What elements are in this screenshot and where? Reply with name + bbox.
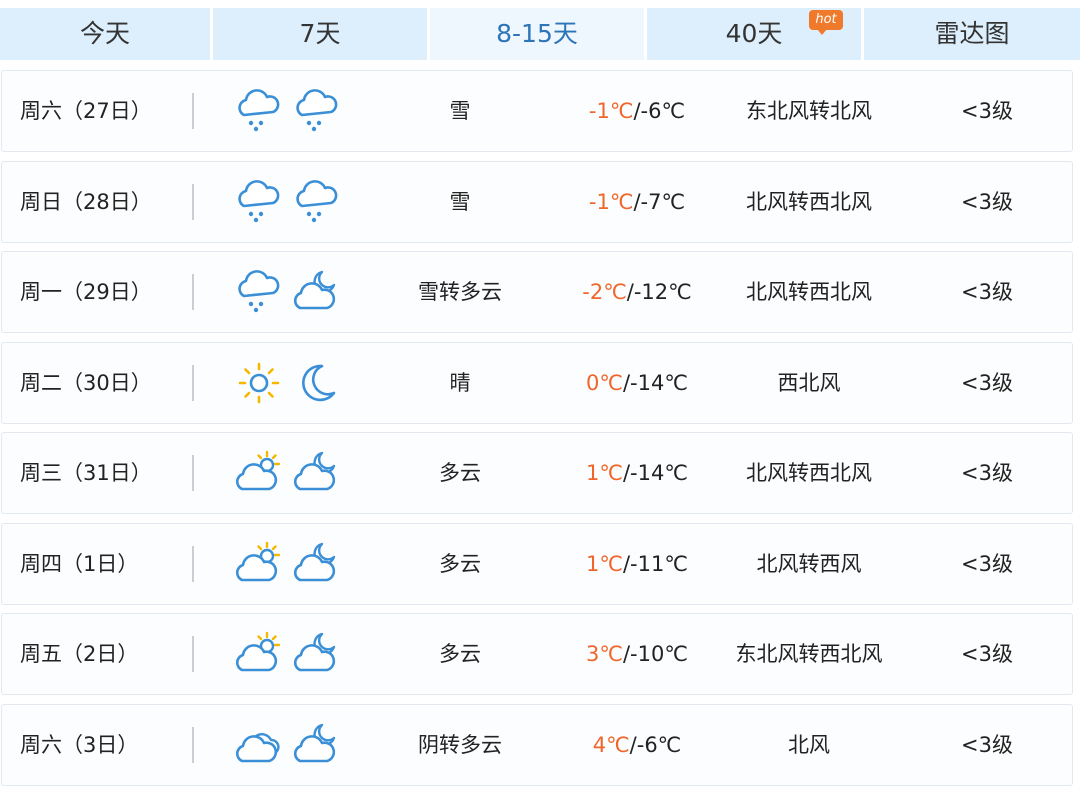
- tab-radar[interactable]: 雷达图: [864, 8, 1080, 60]
- temperature-range: 0℃/-14℃: [562, 343, 712, 423]
- low-temperature: /-14℃: [622, 461, 688, 485]
- forecast-date: 周五（2日）: [20, 642, 139, 666]
- wind-level: <3级: [961, 552, 1013, 576]
- partly-cloudy-day-icon: [234, 449, 284, 497]
- forecast-row: 周五（2日） 多云 3℃/-10℃ 东北风转西北风 <3级: [1, 613, 1073, 695]
- low-temperature: /-6℃: [629, 733, 682, 757]
- divider: [192, 274, 194, 310]
- forecast-date: 周二（30日）: [20, 371, 152, 395]
- wind-direction: 北风转西风: [756, 552, 862, 576]
- snow-icon: [234, 178, 284, 226]
- snow-icon: [234, 87, 284, 135]
- snow-icon: [292, 87, 342, 135]
- divider: [192, 365, 194, 401]
- weather-condition: 多云: [439, 552, 481, 576]
- wind-direction: 北风转西北风: [746, 190, 872, 214]
- tab-40-days[interactable]: 40天 hot: [647, 8, 861, 60]
- tab-7-days[interactable]: 7天: [213, 8, 427, 60]
- high-temperature: 1℃: [586, 461, 623, 485]
- temperature-range: -1℃/-6℃: [562, 71, 712, 151]
- cloudy-night-icon: [292, 268, 342, 316]
- wind-level: <3级: [961, 280, 1013, 304]
- weather-condition: 雪: [449, 99, 471, 123]
- temperature-range: 1℃/-14℃: [562, 433, 712, 513]
- tab-8-15-days[interactable]: 8-15天: [430, 8, 644, 60]
- divider: [192, 184, 194, 220]
- forecast-date: 周六（27日）: [20, 99, 152, 123]
- low-temperature: /-7℃: [633, 190, 686, 214]
- sun-icon: [234, 359, 284, 407]
- wind-level: <3级: [961, 99, 1013, 123]
- partly-cloudy-day-icon: [234, 540, 284, 588]
- forecast-row: 周三（31日） 多云 1℃/-14℃ 北风转西北风 <3级: [1, 432, 1073, 514]
- weather-condition: 雪转多云: [418, 280, 502, 304]
- cloudy-night-icon: [292, 630, 342, 678]
- high-temperature: 4℃: [592, 733, 630, 757]
- temperature-range: 3℃/-10℃: [562, 614, 712, 694]
- wind-direction: 北风转西北风: [746, 461, 872, 485]
- forecast-date: 周六（3日）: [20, 733, 139, 757]
- low-temperature: /-6℃: [633, 99, 686, 123]
- wind-direction: 西北风: [777, 371, 841, 395]
- wind-direction: 东北风转北风: [746, 99, 872, 123]
- cloudy-night-icon: [292, 540, 342, 588]
- high-temperature: 3℃: [586, 642, 623, 666]
- hot-badge: hot: [809, 10, 843, 35]
- weather-condition: 雪: [449, 190, 471, 214]
- weather-condition: 阴转多云: [418, 733, 502, 757]
- wind-level: <3级: [961, 461, 1013, 485]
- wind-direction: 北风: [788, 733, 830, 757]
- divider: [192, 636, 194, 672]
- low-temperature: /-12℃: [626, 280, 692, 304]
- forecast-date: 周三（31日）: [20, 461, 152, 485]
- forecast-date: 周日（28日）: [20, 190, 152, 214]
- temperature-range: 1℃/-11℃: [562, 524, 712, 604]
- forecast-row: 周六（27日） 雪 -1℃/-6℃ 东北风转北风 <3级: [1, 70, 1073, 152]
- tab-40-days-label: 40天: [725, 19, 783, 48]
- tab-today[interactable]: 今天: [0, 8, 210, 60]
- low-temperature: /-14℃: [622, 371, 688, 395]
- forecast-row: 周四（1日） 多云 1℃/-11℃ 北风转西风 <3级: [1, 523, 1073, 605]
- temperature-range: -2℃/-12℃: [562, 252, 712, 332]
- wind-level: <3级: [961, 371, 1013, 395]
- snow-icon: [234, 268, 284, 316]
- divider: [192, 93, 194, 129]
- weather-condition: 多云: [439, 461, 481, 485]
- high-temperature: 1℃: [586, 552, 623, 576]
- wind-level: <3级: [961, 733, 1013, 757]
- high-temperature: 0℃: [586, 371, 623, 395]
- low-temperature: /-10℃: [622, 642, 688, 666]
- low-temperature: /-11℃: [622, 552, 688, 576]
- snow-icon: [292, 178, 342, 226]
- temperature-range: -1℃/-7℃: [562, 162, 712, 242]
- forecast-row: 周一（29日） 雪转多云 -2℃/-12℃ 北风转西北风 <3级: [1, 251, 1073, 333]
- divider: [192, 455, 194, 491]
- forecast-row: 周二（30日） 晴 0℃/-14℃ 西北风 <3级: [1, 342, 1073, 424]
- temperature-range: 4℃/-6℃: [562, 705, 712, 785]
- cloudy-night-icon: [292, 449, 342, 497]
- divider: [192, 546, 194, 582]
- forecast-date: 周四（1日）: [20, 552, 139, 576]
- forecast-tabs: 今天 7天 8-15天 40天 hot 雷达图: [0, 8, 1080, 60]
- forecast-date: 周一（29日）: [20, 280, 152, 304]
- high-temperature: -1℃: [588, 99, 634, 123]
- wind-level: <3级: [961, 642, 1013, 666]
- wind-direction: 东北风转西北风: [735, 642, 883, 666]
- partly-cloudy-day-icon: [234, 630, 284, 678]
- weather-condition: 晴: [449, 371, 471, 395]
- weather-condition: 多云: [439, 642, 481, 666]
- cloudy-night-icon: [292, 721, 342, 769]
- wind-level: <3级: [961, 190, 1013, 214]
- divider: [192, 727, 194, 763]
- forecast-row: 周日（28日） 雪 -1℃/-7℃ 北风转西北风 <3级: [1, 161, 1073, 243]
- wind-direction: 北风转西北风: [746, 280, 872, 304]
- forecast-row: 周六（3日） 阴转多云 4℃/-6℃ 北风 <3级: [1, 704, 1073, 786]
- moon-icon: [292, 359, 342, 407]
- high-temperature: -1℃: [588, 190, 634, 214]
- overcast-icon: [234, 721, 284, 769]
- high-temperature: -2℃: [582, 280, 627, 304]
